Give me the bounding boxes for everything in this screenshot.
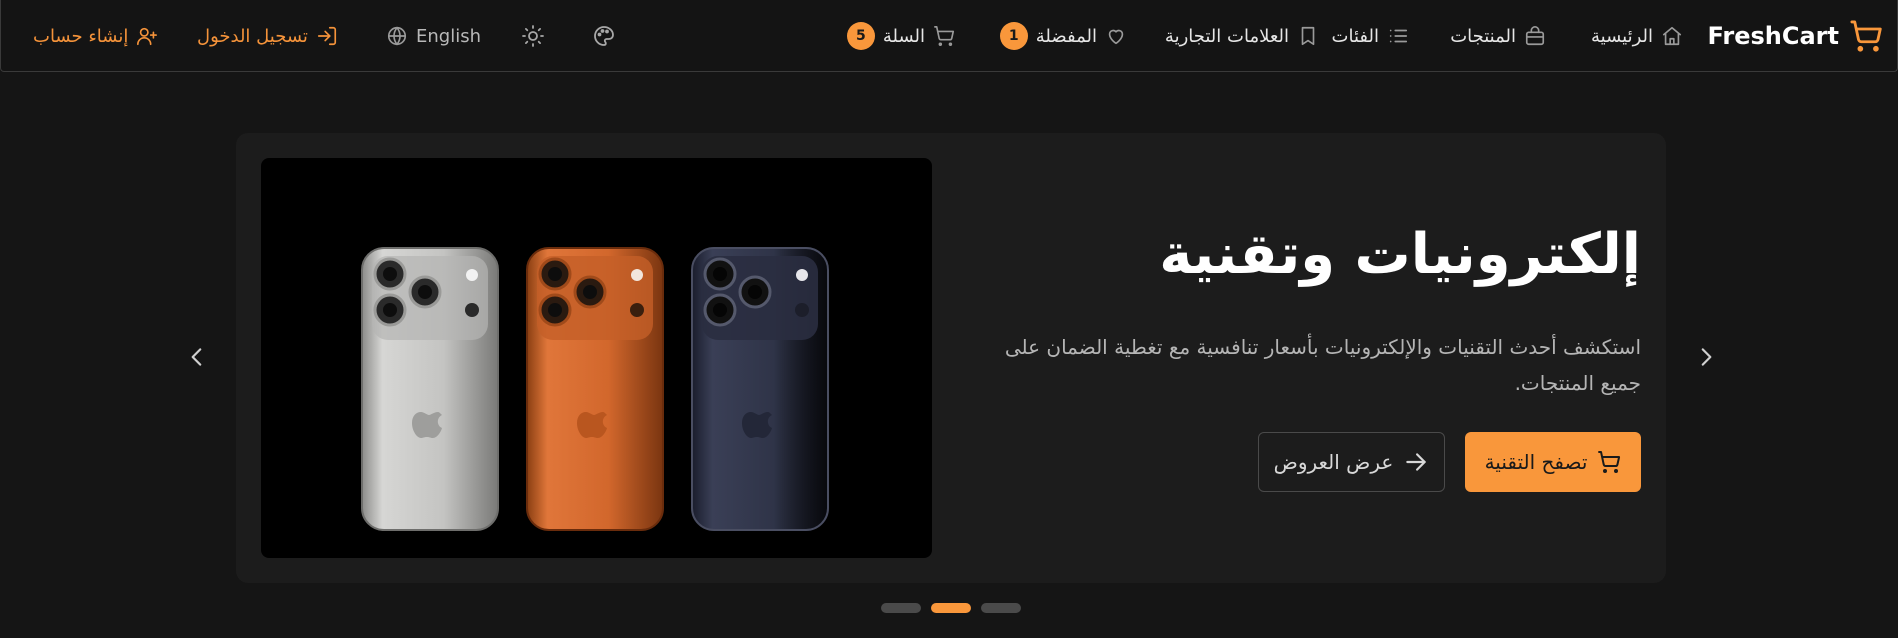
nav-wishlist[interactable]: المفضلة 1 <box>999 0 1127 72</box>
view-offers-button[interactable]: عرض العروض <box>1258 432 1445 492</box>
nav-home-label: الرئيسية <box>1591 25 1653 47</box>
hero-title: إلكترونيات وتقنية <box>1159 222 1641 287</box>
carousel-next-arrow[interactable] <box>1693 344 1719 370</box>
theme-toggle-button[interactable] <box>521 24 545 48</box>
nav-brands[interactable]: العلامات التجارية <box>1165 0 1319 72</box>
nav-products-label: المنتجات <box>1450 25 1516 47</box>
register-label: إنشاء حساب <box>33 25 129 47</box>
nav-cart[interactable]: السلة 5 <box>846 0 955 72</box>
user-plus-icon <box>137 27 158 46</box>
register-link[interactable]: إنشاء حساب <box>33 0 158 72</box>
shopping-bag-icon <box>1525 26 1545 46</box>
nav-cart-label: السلة <box>882 25 925 47</box>
nav-categories[interactable]: الفئات <box>1332 0 1409 72</box>
hero-product-image <box>261 158 932 558</box>
bookmark-icon <box>1301 26 1315 46</box>
nav-products[interactable]: المنتجات <box>1450 0 1546 72</box>
home-icon <box>1662 26 1682 46</box>
cart-icon <box>1850 20 1882 52</box>
hero-slide: إلكترونيات وتقنية استكشف أحدث التقنيات و… <box>236 133 1666 583</box>
browse-tech-button[interactable]: تصفح التقنية <box>1465 432 1641 492</box>
login-link[interactable]: تسجيل الدخول <box>197 0 338 72</box>
list-icon <box>1389 29 1408 43</box>
carousel-dot-3[interactable] <box>981 603 1021 613</box>
brand-name: FreshCart <box>1707 22 1839 50</box>
heart-icon <box>1108 29 1124 45</box>
sun-icon <box>522 25 544 47</box>
wishlist-count-badge: 1 <box>999 22 1028 50</box>
arrow-right-icon <box>1406 453 1427 471</box>
nav-wishlist-label: المفضلة <box>1035 25 1097 47</box>
navy-phone <box>691 247 829 531</box>
phones-illustration <box>361 247 829 531</box>
nav-home[interactable]: الرئيسية <box>1591 0 1683 72</box>
palette-icon <box>594 26 614 46</box>
login-icon <box>317 26 336 46</box>
nav-categories-label: الفئات <box>1331 25 1379 47</box>
login-label: تسجيل الدخول <box>197 25 308 47</box>
cart-icon <box>934 26 955 46</box>
language-label: English <box>416 25 481 47</box>
brand-logo-link[interactable]: FreshCart <box>1708 0 1883 72</box>
nav-brands-label: العلامات التجارية <box>1164 25 1289 47</box>
cart-count-badge: 5 <box>846 22 875 50</box>
top-navbar: FreshCart الرئيسية المنتجات الفئات العلا… <box>0 0 1898 72</box>
hero-description: استكشف أحدث التقنيات والإلكترونيات بأسعا… <box>1004 335 1641 395</box>
language-switch[interactable]: English <box>386 0 481 72</box>
silver-phone <box>361 247 499 531</box>
orange-phone <box>526 247 664 531</box>
carousel-prev-arrow[interactable] <box>184 344 210 370</box>
browse-tech-label: تصفح التقنية <box>1484 450 1588 474</box>
cart-icon <box>1598 451 1621 473</box>
palette-button[interactable] <box>592 24 616 48</box>
globe-icon <box>387 26 407 46</box>
carousel-dot-1[interactable] <box>881 603 921 613</box>
carousel-dot-2[interactable] <box>931 603 971 613</box>
view-offers-label: عرض العروض <box>1273 450 1394 474</box>
